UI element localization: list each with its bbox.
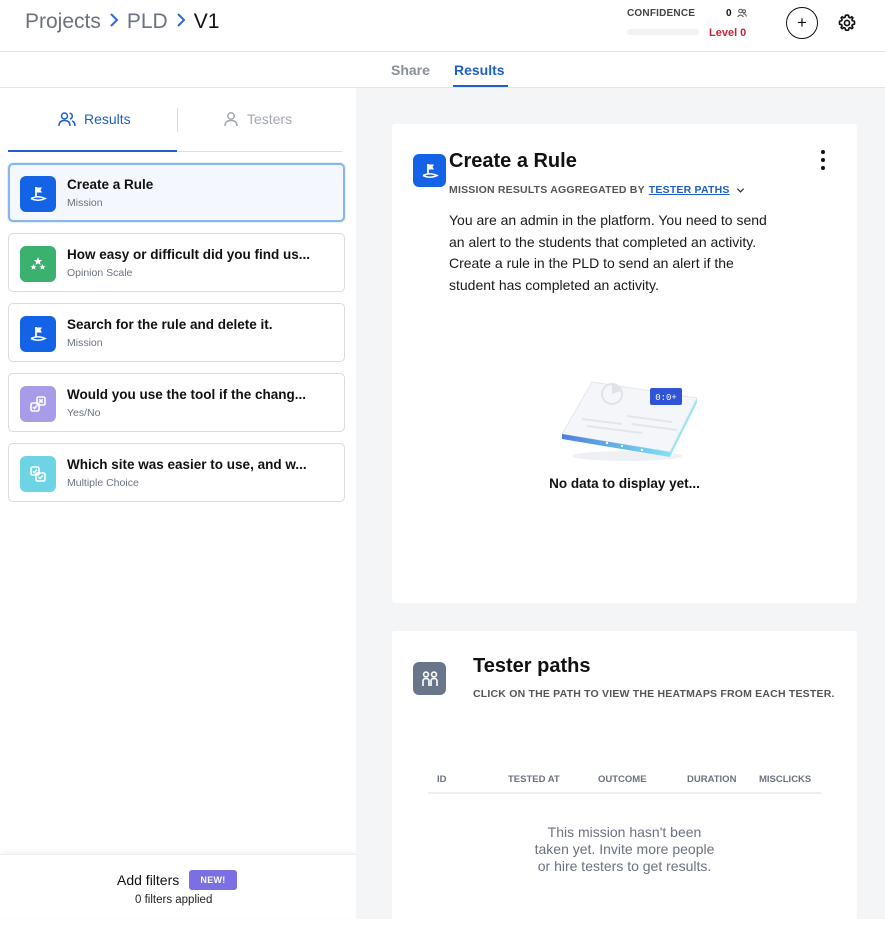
tester-paths-panel: Tester paths CLICK ON THE PATH TO VIEW T… [392, 631, 857, 931]
top-bar: Projects PLD V1 CONFIDENCE 0 Level 0 + [0, 0, 885, 52]
task-card[interactable]: Search for the rule and delete it. Missi… [8, 303, 345, 362]
breadcrumb: Projects PLD V1 [25, 10, 219, 34]
breadcrumb-projects[interactable]: Projects [25, 10, 101, 34]
tester-paths-title: Tester paths [473, 655, 591, 677]
subtab-results[interactable]: Results [58, 111, 131, 127]
task-type: Opinion Scale [67, 267, 133, 279]
stars-icon [20, 246, 56, 282]
task-type: Yes/No [67, 407, 101, 419]
task-title: Search for the rule and delete it. [67, 317, 273, 332]
confidence-level: Level 0 [709, 27, 747, 39]
task-type: Mission [67, 337, 103, 349]
column-header-duration[interactable]: DURATION [687, 774, 736, 785]
column-header-outcome[interactable]: OUTCOME [598, 774, 647, 785]
tab-share[interactable]: Share [391, 62, 430, 78]
subtab-testers-label: Testers [247, 111, 293, 127]
chevron-right-icon [176, 12, 186, 32]
column-header-tested-at[interactable]: TESTED AT [508, 774, 560, 785]
flag-icon [413, 154, 446, 187]
flag-icon [20, 176, 56, 212]
tester-paths-link[interactable]: TESTER PATHS [649, 184, 730, 196]
filters-bar[interactable]: Add filters NEW! 0 filters applied [0, 854, 356, 919]
empty-paths-message: This mission hasn't been taken yet. Invi… [534, 824, 715, 875]
aggregation-selector: MISSION RESULTS AGGREGATED BY TESTER PAT… [449, 184, 745, 196]
add-button[interactable]: + [786, 7, 818, 39]
mission-description: You are an admin in the platform. You ne… [449, 212, 767, 293]
subtab-testers[interactable]: Testers [223, 111, 292, 127]
user-icon [224, 112, 238, 127]
yes-no-icon [20, 386, 56, 422]
new-badge: NEW! [189, 870, 237, 890]
mission-title: Create a Rule [449, 150, 577, 172]
column-header-misclicks[interactable]: MISCLICKS [759, 774, 811, 785]
tester-paths-icon [413, 662, 446, 695]
divider [177, 108, 178, 132]
users-icon [58, 112, 76, 127]
task-title: How easy or difficult did you find us... [67, 247, 311, 262]
gear-icon[interactable] [838, 14, 856, 32]
table-header-divider [428, 792, 821, 794]
results-area: Create a Rule MISSION RESULTS AGGREGATED… [356, 88, 885, 931]
task-card[interactable]: Would you use the tool if the chang... Y… [8, 373, 345, 432]
filters-count: 0 filters applied [135, 894, 213, 906]
confidence-label: CONFIDENCE [627, 8, 696, 19]
add-filters-label[interactable]: Add filters [117, 872, 179, 888]
flag-icon [20, 316, 56, 352]
task-title: Create a Rule [67, 177, 154, 192]
task-card[interactable]: How easy or difficult did you find us...… [8, 233, 345, 292]
empty-state-illustration: 0:0+ [561, 381, 698, 461]
breadcrumb-pld[interactable]: PLD [127, 10, 168, 34]
active-subtab-indicator [8, 150, 177, 152]
tab-results[interactable]: Results [454, 62, 505, 78]
task-card[interactable]: Which site was easier to use, and w... M… [8, 443, 345, 502]
task-card[interactable]: Create a Rule Mission [8, 163, 345, 222]
mission-results-panel: Create a Rule MISSION RESULTS AGGREGATED… [392, 124, 857, 603]
task-title: Would you use the tool if the chang... [67, 387, 306, 402]
no-data-message: No data to display yet... [549, 476, 700, 491]
task-type: Mission [67, 197, 103, 209]
column-header-id[interactable]: ID [437, 774, 447, 785]
chevron-right-icon [109, 12, 119, 32]
confidence-widget: CONFIDENCE 0 Level 0 [627, 8, 752, 43]
chevron-down-icon[interactable] [736, 186, 745, 195]
tester-paths-subtitle: CLICK ON THE PATH TO VIEW THE HEATMAPS F… [473, 688, 835, 700]
confidence-progress-bar [627, 29, 699, 35]
sidebar-tabs: Results Testers [8, 88, 342, 152]
plus-icon: + [797, 13, 807, 32]
aggregation-prefix: MISSION RESULTS AGGREGATED BY [449, 184, 645, 196]
view-tabs: Share Results [0, 52, 885, 88]
more-options-icon[interactable] [818, 150, 828, 170]
task-type: Multiple Choice [67, 477, 139, 489]
multiple-choice-icon [20, 456, 56, 492]
users-icon [737, 8, 747, 18]
left-panel: Results Testers Create a Rule Mission Ho… [0, 88, 356, 919]
illustration-time-label: 0:0+ [655, 393, 677, 403]
subtab-results-label: Results [84, 111, 131, 127]
breadcrumb-current: V1 [193, 10, 220, 33]
active-tab-indicator [453, 85, 508, 87]
task-title: Which site was easier to use, and w... [67, 457, 307, 472]
confidence-count: 0 [726, 8, 732, 19]
